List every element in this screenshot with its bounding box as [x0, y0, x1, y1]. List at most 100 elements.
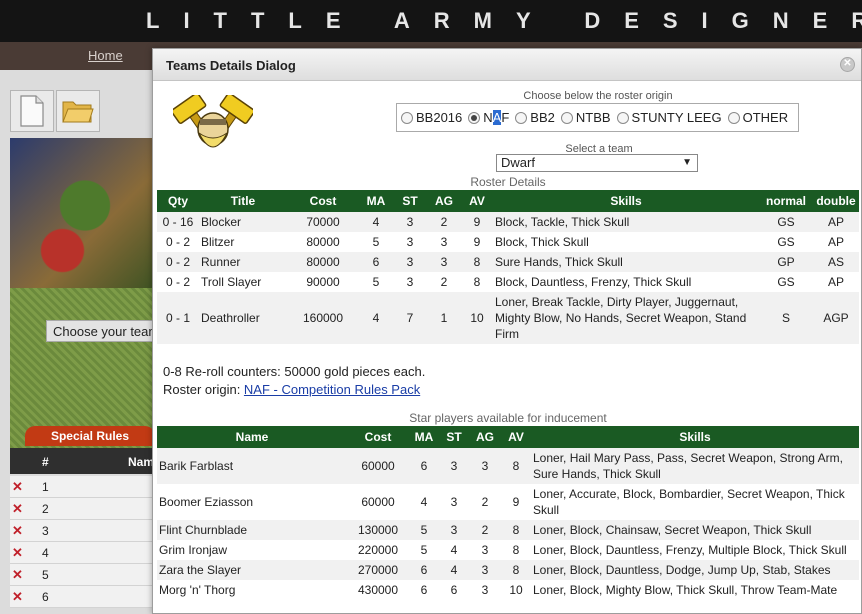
roster-origin-link[interactable]: NAF - Competition Rules Pack	[244, 382, 420, 397]
delete-icon[interactable]: ✕	[12, 479, 23, 495]
open-file-button[interactable]	[56, 90, 100, 132]
cell-av: 10	[461, 292, 493, 344]
col-cost: Cost	[287, 190, 359, 212]
delete-icon[interactable]: ✕	[12, 567, 23, 583]
origin-label-text: STUNTY LEEG	[631, 110, 722, 125]
cell-qty: 0 - 2	[157, 272, 199, 292]
roster-caption: Roster Details	[470, 175, 546, 189]
table-row: Grim Ironjaw 220000 5 4 3 8 Loner, Block…	[157, 540, 859, 560]
origin-radio-group: BB2016 NAF BB2 NTBB STUNTY LEEG OTHER	[396, 103, 800, 132]
cell-av: 8	[501, 520, 531, 540]
cell-skills: Loner, Break Tackle, Dirty Player, Jugge…	[493, 292, 759, 344]
app-title: LITTLE ARMY DESIGNER	[0, 0, 862, 42]
table-row: Morg 'n' Thorg 430000 6 6 3 10 Loner, Bl…	[157, 580, 859, 600]
cell-cost: 80000	[287, 232, 359, 252]
roster-notes: 0-8 Re-roll counters: 50000 gold pieces …	[163, 363, 425, 399]
origin-label-naf: NAF	[483, 110, 510, 125]
row-number: 6	[42, 590, 49, 604]
row-number: 5	[42, 568, 49, 582]
cell-double: AP	[813, 212, 859, 232]
table-row: 0 - 2 Blitzer 80000 5 3 3 9 Block, Thick…	[157, 232, 859, 252]
table-row: 0 - 1 Deathroller 160000 4 7 1 10 Loner,…	[157, 292, 859, 344]
dialog-titlebar[interactable]: Teams Details Dialog ✕	[153, 49, 861, 81]
nav-home-link[interactable]: Home	[88, 48, 123, 63]
col-cost: Cost	[347, 426, 409, 448]
row-number: 2	[42, 502, 49, 516]
cell-av: 9	[461, 212, 493, 232]
row-number: 1	[42, 480, 49, 494]
cell-skills: Block, Dauntless, Frenzy, Thick Skull	[493, 272, 759, 292]
cell-ag: 3	[469, 580, 501, 600]
delete-icon[interactable]: ✕	[12, 501, 23, 517]
origin-option-stunty-leeg[interactable]: STUNTY LEEG	[616, 110, 722, 125]
origin-option-bb2[interactable]: BB2	[515, 110, 555, 125]
radio-button[interactable]	[468, 111, 481, 124]
cell-name: Morg 'n' Thorg	[157, 580, 347, 600]
origin-label-text: NTBB	[575, 110, 611, 125]
origin-option-other[interactable]: OTHER	[727, 110, 788, 125]
cell-st: 6	[439, 580, 469, 600]
cell-av: 8	[501, 448, 531, 484]
col-ag: AG	[427, 190, 461, 212]
cell-ma: 6	[409, 560, 439, 580]
radio-button[interactable]	[401, 111, 413, 124]
col-qty: Qty	[157, 190, 199, 212]
rerolls-text: 0-8 Re-roll counters: 50000 gold pieces …	[163, 364, 426, 379]
cell-st: 3	[439, 448, 469, 484]
team-select-value: Dwarf	[501, 155, 535, 170]
origin-label-text: BB2	[530, 110, 555, 125]
team-select[interactable]: Dwarf ▼	[496, 154, 698, 172]
cell-st: 3	[393, 232, 427, 252]
radio-button[interactable]	[727, 111, 740, 124]
radio-button[interactable]	[616, 111, 629, 124]
radio-button[interactable]	[515, 111, 528, 124]
cell-double: AS	[813, 252, 859, 272]
close-icon[interactable]: ✕	[840, 57, 855, 72]
player-row: ✕ 2	[10, 498, 160, 520]
choose-team-button[interactable]: Choose your team	[46, 320, 166, 342]
col-ag: AG	[469, 426, 501, 448]
star-players-table: Name Cost MA ST AG AV Skills Barik Farbl…	[157, 426, 859, 600]
cell-qty: 0 - 1	[157, 292, 199, 344]
cell-st: 3	[439, 484, 469, 520]
origin-label-text: BB2016	[416, 110, 463, 125]
cell-ma: 5	[359, 272, 393, 292]
cell-ag: 3	[469, 540, 501, 560]
roster-table: Qty Title Cost MA ST AG AV Skills normal…	[157, 190, 859, 344]
cell-skills: Loner, Block, Chainsaw, Secret Weapon, T…	[531, 520, 859, 540]
delete-icon[interactable]: ✕	[12, 523, 23, 539]
row-number: 3	[42, 524, 49, 538]
origin-option-bb2016[interactable]: BB2016	[401, 110, 462, 125]
delete-icon[interactable]: ✕	[12, 589, 23, 605]
cell-av: 9	[461, 232, 493, 252]
cell-cost: 430000	[347, 580, 409, 600]
open-folder-icon	[62, 101, 94, 123]
table-row: Barik Farblast 60000 6 3 3 8 Loner, Hail…	[157, 448, 859, 484]
new-file-button[interactable]	[10, 90, 54, 132]
col-ma: MA	[409, 426, 439, 448]
cell-cost: 220000	[347, 540, 409, 560]
cell-normal: S	[759, 292, 813, 344]
origin-option-ntbb[interactable]: NTBB	[560, 110, 611, 125]
star-header-row: Name Cost MA ST AG AV Skills	[157, 426, 859, 448]
table-row: Boomer Eziasson 60000 4 3 2 9 Loner, Acc…	[157, 484, 859, 520]
origin-option-naf[interactable]: NAF	[468, 110, 509, 125]
cell-ag: 3	[427, 232, 461, 252]
cell-ag: 2	[469, 484, 501, 520]
cell-av: 8	[461, 252, 493, 272]
special-rules-tab[interactable]: Special Rules	[25, 426, 155, 446]
cell-title: Blocker	[199, 212, 287, 232]
delete-icon[interactable]: ✕	[12, 545, 23, 561]
cell-normal: GS	[759, 232, 813, 252]
cell-skills: Loner, Accurate, Block, Bombardier, Secr…	[531, 484, 859, 520]
player-row: ✕ 3	[10, 520, 160, 542]
col-title: Title	[199, 190, 287, 212]
cell-av: 9	[501, 484, 531, 520]
cell-qty: 0 - 2	[157, 252, 199, 272]
cell-skills: Block, Tackle, Thick Skull	[493, 212, 759, 232]
player-row: ✕ 6	[10, 586, 160, 608]
star-players-caption: Star players available for inducement	[409, 411, 607, 425]
radio-button[interactable]	[560, 111, 573, 124]
roster-origin-line: Roster origin: NAF - Competition Rules P…	[163, 381, 425, 399]
cell-title: Deathroller	[199, 292, 287, 344]
